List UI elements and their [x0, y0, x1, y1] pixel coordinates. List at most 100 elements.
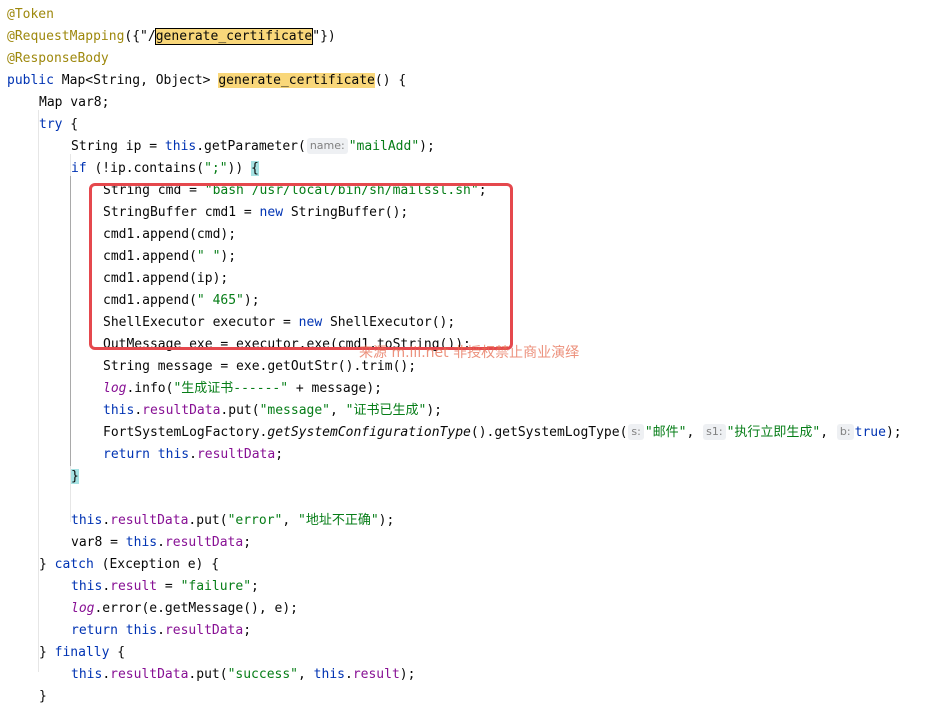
parameter-hint: name: — [306, 138, 348, 154]
indent-guide — [70, 176, 71, 466]
highlight-red-box — [89, 183, 513, 350]
code-token: var8 = — [71, 535, 126, 550]
code-token: + message); — [288, 381, 382, 396]
code-line[interactable]: this.resultData.put("message", "证书已生成"); — [103, 400, 442, 422]
code-line[interactable]: } — [71, 466, 79, 488]
string-token: "error" — [227, 513, 283, 528]
code-line[interactable]: return this.resultData; — [103, 444, 283, 466]
code-token: . — [157, 535, 165, 550]
code-token: .info( — [126, 381, 174, 396]
code-editor[interactable]: { "editor": { "lines": [ {"indent":0, "t… — [0, 0, 936, 706]
code-token: Map var8; — [39, 95, 110, 110]
code-token: (!ip.contains( — [86, 161, 205, 176]
code-token: { — [109, 645, 126, 660]
parameter-hint: s: — [628, 424, 644, 440]
code-line[interactable]: } catch (Exception e) { — [39, 554, 219, 576]
code-token: (Exception e) { — [93, 557, 220, 572]
code-token: . — [102, 513, 111, 528]
code-token: .getParameter( — [196, 139, 306, 154]
code-token: . — [102, 579, 111, 594]
code-token: .put( — [188, 667, 228, 682]
code-line[interactable]: @RequestMapping({"/generate_certificate"… — [7, 26, 336, 48]
matched-brace: } — [71, 469, 79, 484]
code-line[interactable]: Map var8; — [39, 92, 109, 114]
code-line[interactable]: public Map<String, Object> generate_cert… — [7, 70, 406, 92]
code-token: Map<String, Object> — [61, 73, 219, 88]
string-token: "message" — [259, 403, 331, 418]
string-token: "邮件" — [644, 425, 687, 440]
code-line[interactable]: FortSystemLogFactory.getSystemConfigurat… — [103, 422, 902, 444]
code-line[interactable]: } — [39, 686, 47, 708]
string-token: "failure" — [180, 579, 252, 594]
code-token: ; — [275, 447, 284, 462]
annotation-token: @Token — [7, 7, 54, 22]
code-line[interactable]: this.result = "failure"; — [71, 576, 259, 598]
code-token: ); — [378, 513, 395, 528]
parameter-hint: b: — [836, 424, 854, 440]
code-token: String ip = — [71, 139, 165, 154]
field-token: resultData — [196, 447, 276, 462]
code-token: .put( — [188, 513, 228, 528]
code-line[interactable]: this.resultData.put("success", this.resu… — [71, 664, 415, 686]
highlighted-method-name: generate_certificate — [218, 73, 375, 88]
annotation-token: @RequestMapping — [7, 29, 125, 44]
code-token: } — [39, 689, 47, 704]
code-token: . — [102, 667, 111, 682]
field-token: resultData — [110, 667, 189, 682]
static-field-token: log — [103, 381, 127, 396]
code-token: ); — [885, 425, 902, 440]
code-token: , — [686, 425, 703, 440]
keyword-token: this — [157, 447, 190, 462]
matched-brace: { — [251, 161, 259, 176]
code-token: .error(e.getMessage(), e); — [94, 601, 298, 616]
field-token: resultData — [164, 623, 244, 638]
code-line[interactable]: @ResponseBody — [7, 48, 109, 70]
keyword-token: public — [7, 73, 62, 88]
code-token: "}) — [312, 29, 336, 44]
annotation-token: @ResponseBody — [7, 51, 109, 66]
field-token: resultData — [110, 513, 189, 528]
keyword-token: this — [71, 579, 103, 594]
code-line[interactable]: @Token — [7, 4, 54, 26]
string-token: "生成证书------" — [173, 381, 289, 396]
string-token: "执行立即生成" — [726, 425, 821, 440]
string-token: ";" — [204, 161, 228, 176]
field-token: result — [352, 667, 400, 682]
keyword-token: this — [103, 403, 135, 418]
code-line[interactable]: String ip = this.getParameter(name: "mail… — [71, 136, 435, 158]
code-line[interactable]: var8 = this.resultData; — [71, 532, 251, 554]
code-line[interactable]: try { — [39, 114, 78, 136]
keyword-token: this — [71, 667, 103, 682]
code-token: ); — [419, 139, 435, 154]
code-line[interactable]: log.error(e.getMessage(), e); — [71, 598, 298, 620]
string-token: "success" — [227, 667, 299, 682]
keyword-token: this — [313, 667, 345, 682]
keyword-token: if — [71, 161, 87, 176]
code-line[interactable]: } finally { — [39, 642, 125, 664]
parameter-hint: s1: — [703, 424, 726, 440]
code-token: = — [157, 579, 181, 594]
code-token: ({"/ — [124, 29, 156, 44]
field-token: result — [110, 579, 158, 594]
highlighted-mapping-path: generate_certificate — [154, 28, 314, 45]
code-line[interactable]: log.info("生成证书------" + message); — [103, 378, 382, 400]
code-token: ; — [243, 623, 252, 638]
code-token: , — [282, 513, 299, 528]
code-token: . — [344, 667, 353, 682]
code-line[interactable]: return this.resultData; — [71, 620, 251, 642]
code-token: { — [62, 117, 79, 132]
code-token: .put( — [220, 403, 260, 418]
keyword-token: this — [71, 513, 103, 528]
string-token: "地址不正确" — [298, 513, 379, 528]
code-token: ().getSystemLogType( — [470, 425, 628, 440]
code-line[interactable]: this.resultData.put("error", "地址不正确"); — [71, 510, 394, 532]
code-line[interactable]: if (!ip.contains(";")) { — [71, 158, 259, 180]
code-token: FortSystemLogFactory. — [103, 425, 268, 440]
code-token: ); — [426, 403, 442, 418]
keyword-token: this — [164, 139, 197, 154]
static-method-token: getSystemConfigurationType — [267, 425, 471, 440]
string-token: "证书已生成" — [345, 403, 427, 418]
code-token: . — [157, 623, 165, 638]
code-token: } — [39, 557, 55, 572]
code-token: . — [189, 447, 197, 462]
